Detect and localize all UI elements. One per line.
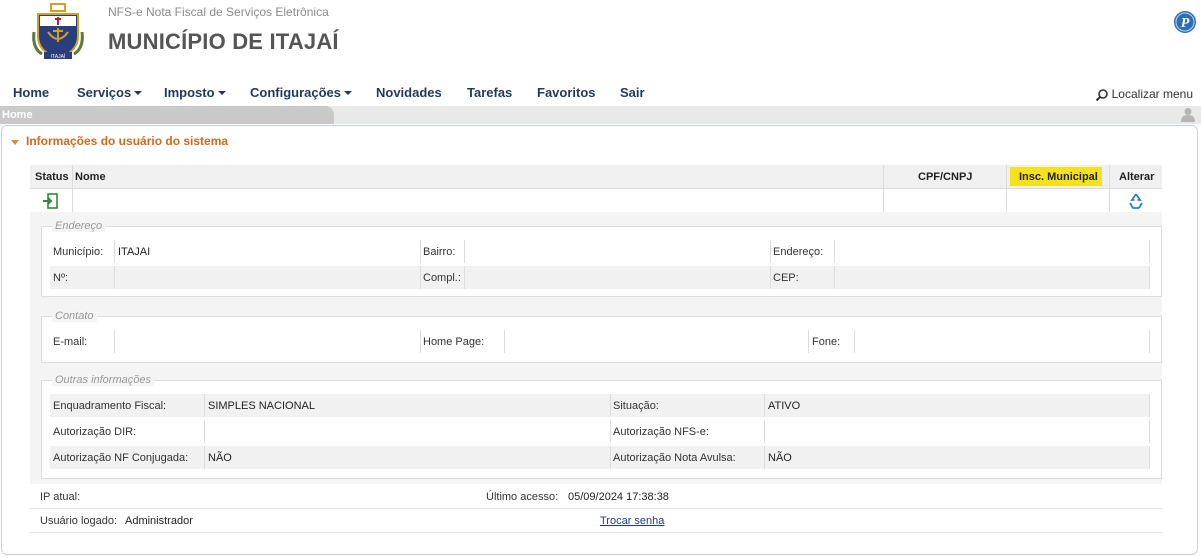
dir-label: Autorização DIR:: [53, 426, 137, 438]
usuario-label: Usuário logado:: [40, 515, 118, 527]
contato-row: E-mail: Home Page: Fone:: [50, 330, 1150, 353]
main-menu: Home Serviços Imposto Configurações Novi…: [0, 82, 1201, 104]
page-title: MUNICÍPIO DE ITAJAÍ: [108, 29, 339, 54]
breadcrumb-bar: Home: [0, 106, 1201, 124]
outras-row-3: Autorização NF Conjugada: NÃO Autorizaçã…: [50, 446, 1150, 469]
homepage-label: Home Page:: [423, 336, 485, 348]
outras-row-1: Enquadramento Fiscal: SIMPLES NACIONAL S…: [50, 394, 1150, 417]
menu-item-favoritos[interactable]: Favoritos: [537, 85, 596, 100]
search-icon: [1095, 89, 1108, 102]
caret-down-icon: [344, 90, 353, 95]
user-icon[interactable]: [1181, 107, 1195, 122]
column-nome: Nome: [75, 171, 106, 183]
fone-label: Fone:: [812, 336, 841, 348]
ip-access-row: IP atual: Último acesso: 05/09/2024 17:3…: [30, 485, 1162, 509]
menu-item-home[interactable]: Home: [13, 85, 49, 100]
column-cpf-cnpj: CPF/CNPJ: [918, 171, 973, 183]
endereco-row-1: Município: ITAJAI Bairro: Endereço:: [50, 240, 1150, 263]
conjugada-value: NÃO: [208, 452, 232, 464]
logo-text: ITAJAÍ: [51, 53, 66, 60]
menu-item-label: Serviços: [77, 85, 132, 100]
menu-item-label: Configurações: [250, 85, 342, 100]
ultimo-acesso-label: Último acesso:: [486, 491, 559, 503]
brand-icon[interactable]: P: [1173, 10, 1197, 34]
contato-legend: Contato: [52, 310, 97, 322]
collapse-caret-icon[interactable]: [11, 140, 19, 145]
menu-item-label: Tarefas: [467, 85, 513, 100]
caret-down-icon: [134, 90, 143, 95]
endereco-fieldset: Endereço Município: ITAJAI Bairro: Ender…: [41, 220, 1162, 297]
table-row: [30, 189, 1162, 213]
menu-item-label: Novidades: [376, 85, 442, 100]
ip-label: IP atual:: [40, 491, 81, 503]
menu-item-label: Home: [13, 85, 50, 100]
outras-fieldset: Outras informações Enquadramento Fiscal:…: [41, 374, 1162, 479]
usuario-row: Usuário logado: Administrador Trocar sen…: [30, 509, 1162, 533]
menu-item-label: Imposto: [164, 85, 215, 100]
column-insc-municipal: Insc. Municipal: [1010, 167, 1102, 186]
menu-item-label: Favoritos: [537, 85, 596, 100]
endereco-row-2: Nº: Compl.: CEP:: [50, 266, 1150, 289]
column-alterar: Alterar: [1119, 171, 1155, 183]
usuario-value: Administrador: [125, 515, 193, 527]
municipio-label: Município:: [53, 246, 104, 258]
recycle-edit-icon[interactable]: [1128, 193, 1144, 209]
menu-item-configuracoes[interactable]: Configurações: [250, 85, 353, 100]
bairro-label: Bairro:: [423, 246, 456, 258]
situacao-label: Situação:: [613, 400, 659, 412]
menu-item-label: Sair: [620, 85, 645, 100]
ultimo-acesso-value: 05/09/2024 17:38:38: [568, 491, 669, 503]
column-insc-municipal-label: Insc. Municipal: [1019, 171, 1098, 183]
enquadramento-value: SIMPLES NACIONAL: [208, 400, 315, 412]
app-subtitle: NFS-e Nota Fiscal de Serviços Eletrônica: [108, 5, 329, 19]
menu-item-tarefas[interactable]: Tarefas: [467, 85, 512, 100]
table-header: Status Nome CPF/CNPJ Insc. Municipal Alt…: [30, 165, 1162, 189]
conjugada-label: Autorização NF Conjugada:: [53, 452, 189, 464]
cep-label: CEP:: [773, 272, 799, 284]
nfse-label: Autorização NFS-e:: [613, 426, 709, 438]
situacao-value: ATIVO: [768, 400, 801, 412]
trocar-senha-link[interactable]: Trocar senha: [600, 515, 664, 527]
panel-title[interactable]: Informações do usuário do sistema: [26, 134, 228, 148]
municipio-value: ITAJAI: [118, 246, 151, 258]
login-status-icon[interactable]: [42, 193, 58, 209]
endereco-label: Endereço:: [773, 246, 824, 258]
outras-legend: Outras informações: [52, 374, 154, 386]
avulsa-value: NÃO: [768, 452, 792, 464]
menu-item-sair[interactable]: Sair: [620, 85, 645, 100]
numero-label: Nº:: [53, 272, 69, 284]
locate-menu-button[interactable]: Localizar menu: [1095, 87, 1193, 102]
brand-icon-letter: P: [1181, 16, 1190, 31]
column-status: Status: [35, 171, 69, 183]
contato-fieldset: Contato E-mail: Home Page: Fone:: [41, 310, 1162, 363]
endereco-legend: Endereço: [52, 220, 106, 232]
caret-down-icon: [217, 90, 226, 95]
email-label: E-mail:: [53, 336, 88, 348]
enquadramento-label: Enquadramento Fiscal:: [53, 400, 167, 412]
outras-row-2: Autorização DIR: Autorização NFS-e:: [50, 420, 1150, 443]
breadcrumb[interactable]: Home: [2, 109, 33, 121]
header: ITAJAÍ NFS-e Nota Fiscal de Serviços Ele…: [0, 0, 1201, 80]
user-table: Status Nome CPF/CNPJ Insc. Municipal Alt…: [30, 165, 1162, 213]
locate-menu-label: Localizar menu: [1111, 87, 1193, 101]
menu-item-novidades[interactable]: Novidades: [376, 85, 442, 100]
menu-item-imposto[interactable]: Imposto: [164, 85, 226, 100]
avulsa-label: Autorização Nota Avulsa:: [613, 452, 736, 464]
breadcrumb-tab: Home: [0, 106, 334, 124]
menu-item-servicos[interactable]: Serviços: [77, 85, 143, 100]
coat-of-arms-logo: ITAJAÍ: [32, 3, 84, 60]
compl-label: Compl.:: [423, 272, 461, 284]
